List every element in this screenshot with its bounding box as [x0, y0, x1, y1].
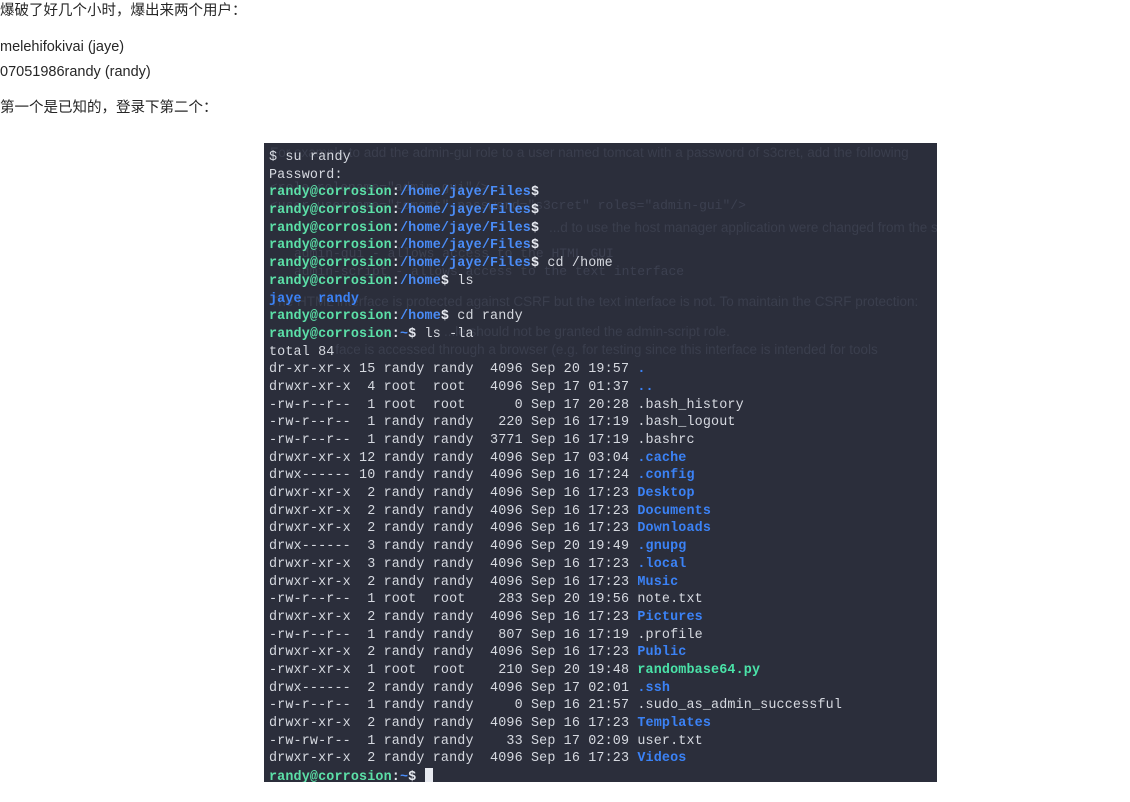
terminal-line-plain: $ su randy: [269, 150, 351, 165]
article-paragraph-intro: 爆破了好几个小时，爆出来两个用户：: [0, 3, 247, 19]
article-text-block: 爆破了好几个小时，爆出来两个用户： melehifokivai (jaye) 0…: [0, 0, 600, 120]
article-paragraph-user-1: melehifokivai (jaye): [0, 39, 125, 56]
terminal-prompt-line: randy@corrosion:/home/jaye/Files$: [269, 185, 540, 201]
terminal-prompt-line: randy@corrosion:/home/jaye/Files$: [269, 203, 540, 219]
terminal-output[interactable]: $ su randy Password: randy@corrosion:/home…: [264, 143, 937, 782]
terminal-ls-entry: -rw-r--r-- 1 randy randy 220 Sep 16 17:1…: [269, 415, 736, 431]
terminal-ls-entry: -rw-r--r-- 1 randy randy 0 Sep 16 21:57 …: [269, 698, 843, 714]
terminal-window[interactable]: For example to add the admin-gui role to…: [264, 143, 937, 782]
terminal-ls-entry: drwx------ 2 randy randy 4096 Sep 17 02:…: [269, 680, 671, 696]
terminal-ls-entry: -rwxr-xr-x 1 root root 210 Sep 20 19:48 …: [269, 662, 761, 678]
terminal-ls-entry: dr-xr-xr-x 15 randy randy 4096 Sep 20 19…: [269, 362, 646, 378]
terminal-ls-entry: drwxr-xr-x 2 randy randy 4096 Sep 16 17:…: [269, 751, 687, 767]
terminal-ls-entry: -rw-r--r-- 1 root root 283 Sep 20 19:56 …: [269, 592, 703, 608]
terminal-prompt-line: randy@corrosion:/home/jaye/Files$: [269, 238, 540, 254]
terminal-ls-entry: -rw-rw-r-- 1 randy randy 33 Sep 17 02:09…: [269, 733, 703, 749]
terminal-ls-entry: drwxr-xr-x 2 randy randy 4096 Sep 16 17:…: [269, 716, 712, 731]
terminal-prompt-line: randy@corrosion:/home$ ls: [269, 273, 474, 289]
terminal-ls-entry: -rw-r--r-- 1 root root 0 Sep 17 20:28 .b…: [269, 397, 744, 413]
terminal-ls-entry: drwxr-xr-x 3 randy randy 4096 Sep 16 17:…: [269, 556, 687, 572]
terminal-prompt-line: randy@corrosion:~$ ls -la: [269, 326, 474, 342]
terminal-line-plain: total 84: [269, 344, 335, 360]
terminal-ls-entry: drwxr-xr-x 2 randy randy 4096 Sep 16 17:…: [269, 503, 712, 519]
terminal-prompt-line: randy@corrosion:/home$ cd randy: [269, 309, 523, 325]
terminal-ls-entry: drwxr-xr-x 4 root root 4096 Sep 17 01:37…: [269, 379, 654, 395]
terminal-ls-entry: drwxr-xr-x 2 randy randy 4096 Sep 16 17:…: [269, 574, 679, 590]
terminal-ls-entry: -rw-r--r-- 1 randy randy 807 Sep 16 17:1…: [269, 627, 703, 643]
terminal-prompt-line: randy@corrosion:/home/jaye/Files$ cd /ho…: [269, 256, 613, 272]
terminal-ls-entry: -rw-r--r-- 1 randy randy 3771 Sep 16 17:…: [269, 433, 695, 448]
terminal-ls-entry: drwxr-xr-x 2 randy randy 4096 Sep 16 17:…: [269, 521, 712, 537]
terminal-ls-entry: drwx------ 10 randy randy 4096 Sep 16 17…: [269, 468, 695, 484]
terminal-cursor: [424, 768, 433, 782]
terminal-prompt-line: randy@corrosion:/home/jaye/Files$: [269, 220, 540, 236]
article-paragraph-user-2: 07051986randy (randy): [0, 63, 151, 80]
terminal-ls-entry: drwx------ 3 randy randy 4096 Sep 20 19:…: [269, 539, 687, 555]
terminal-ls-entry: drwxr-xr-x 12 randy randy 4096 Sep 17 03…: [269, 450, 687, 466]
terminal-ls-names-line: jaye randy: [269, 291, 360, 307]
terminal-ls-entry: drwxr-xr-x 2 randy randy 4096 Sep 16 17:…: [269, 645, 687, 661]
terminal-line-plain: Password:: [269, 167, 343, 183]
terminal-ls-entry: drwxr-xr-x 2 randy randy 4096 Sep 16 17:…: [269, 486, 695, 502]
terminal-ls-entry: drwxr-xr-x 2 randy randy 4096 Sep 16 17:…: [269, 609, 703, 625]
article-paragraph-outro: 第一个是已知的，登录下第二个：: [0, 100, 218, 117]
terminal-prompt-line: randy@corrosion:~$: [269, 768, 937, 782]
